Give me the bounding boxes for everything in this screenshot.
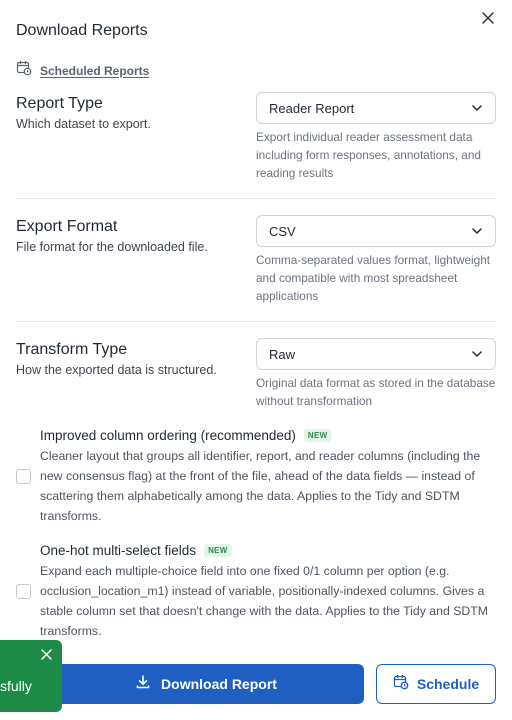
option-header: One-hot multi-select fields NEW	[40, 543, 232, 558]
schedule-button[interactable]: Schedule	[376, 664, 496, 704]
report-type-subtitle: Which dataset to export.	[16, 117, 151, 131]
close-icon	[40, 647, 52, 665]
report-type-title: Report Type	[16, 95, 103, 112]
toast-close-button[interactable]	[39, 649, 53, 663]
export-format-description: Comma-separated values format, lightweig…	[256, 253, 491, 303]
one-hot-multi-select-description: Expand each multiple-choice field into o…	[40, 564, 489, 638]
chevron-down-icon	[471, 102, 483, 114]
download-reports-dialog: Download Reports Scheduled Reports Repor…	[0, 0, 512, 720]
close-icon	[482, 11, 494, 29]
transform-type-description: Original data format as stored in the da…	[256, 376, 496, 408]
export-format-subtitle: File format for the downloaded file.	[16, 240, 208, 254]
transform-type-subtitle: How the exported data is structured.	[16, 363, 217, 377]
divider	[16, 198, 496, 199]
scheduled-reports-label: Scheduled Reports	[40, 63, 150, 78]
report-type-description: Export individual reader assessment data…	[256, 130, 481, 180]
transform-type-value: Raw	[269, 346, 296, 362]
success-toast: sfully	[0, 640, 62, 712]
calendar-clock-icon	[16, 60, 32, 81]
download-icon	[135, 674, 151, 695]
transform-type-title: Transform Type	[16, 341, 128, 358]
one-hot-multi-select-label: One-hot multi-select fields	[40, 543, 197, 558]
divider	[16, 321, 496, 322]
improved-column-ordering-description: Cleaner layout that groups all identifie…	[40, 449, 481, 523]
improved-column-ordering-label: Improved column ordering (recommended)	[40, 428, 296, 443]
export-format-title: Export Format	[16, 218, 118, 235]
one-hot-multi-select-checkbox[interactable]	[16, 584, 31, 599]
export-format-value: CSV	[269, 223, 296, 239]
chevron-down-icon	[471, 348, 483, 360]
export-format-select[interactable]: CSV	[256, 215, 496, 247]
improved-column-ordering-checkbox[interactable]	[16, 469, 31, 484]
option-header: Improved column ordering (recommended) N…	[40, 428, 332, 443]
chevron-down-icon	[471, 225, 483, 237]
toast-message: sfully	[0, 678, 32, 694]
report-type-select[interactable]: Reader Report	[256, 92, 496, 124]
download-report-label: Download Report	[161, 676, 277, 692]
transform-type-select[interactable]: Raw	[256, 338, 496, 370]
schedule-label: Schedule	[416, 676, 480, 692]
report-type-value: Reader Report	[269, 100, 355, 116]
scheduled-reports-link[interactable]: Scheduled Reports	[16, 60, 149, 81]
download-report-button[interactable]: Download Report	[48, 664, 364, 704]
calendar-clock-icon	[393, 674, 409, 695]
close-button[interactable]	[478, 10, 498, 30]
new-badge: NEW	[303, 429, 332, 442]
dialog-title: Download Reports	[16, 22, 148, 39]
new-badge: NEW	[204, 544, 232, 557]
